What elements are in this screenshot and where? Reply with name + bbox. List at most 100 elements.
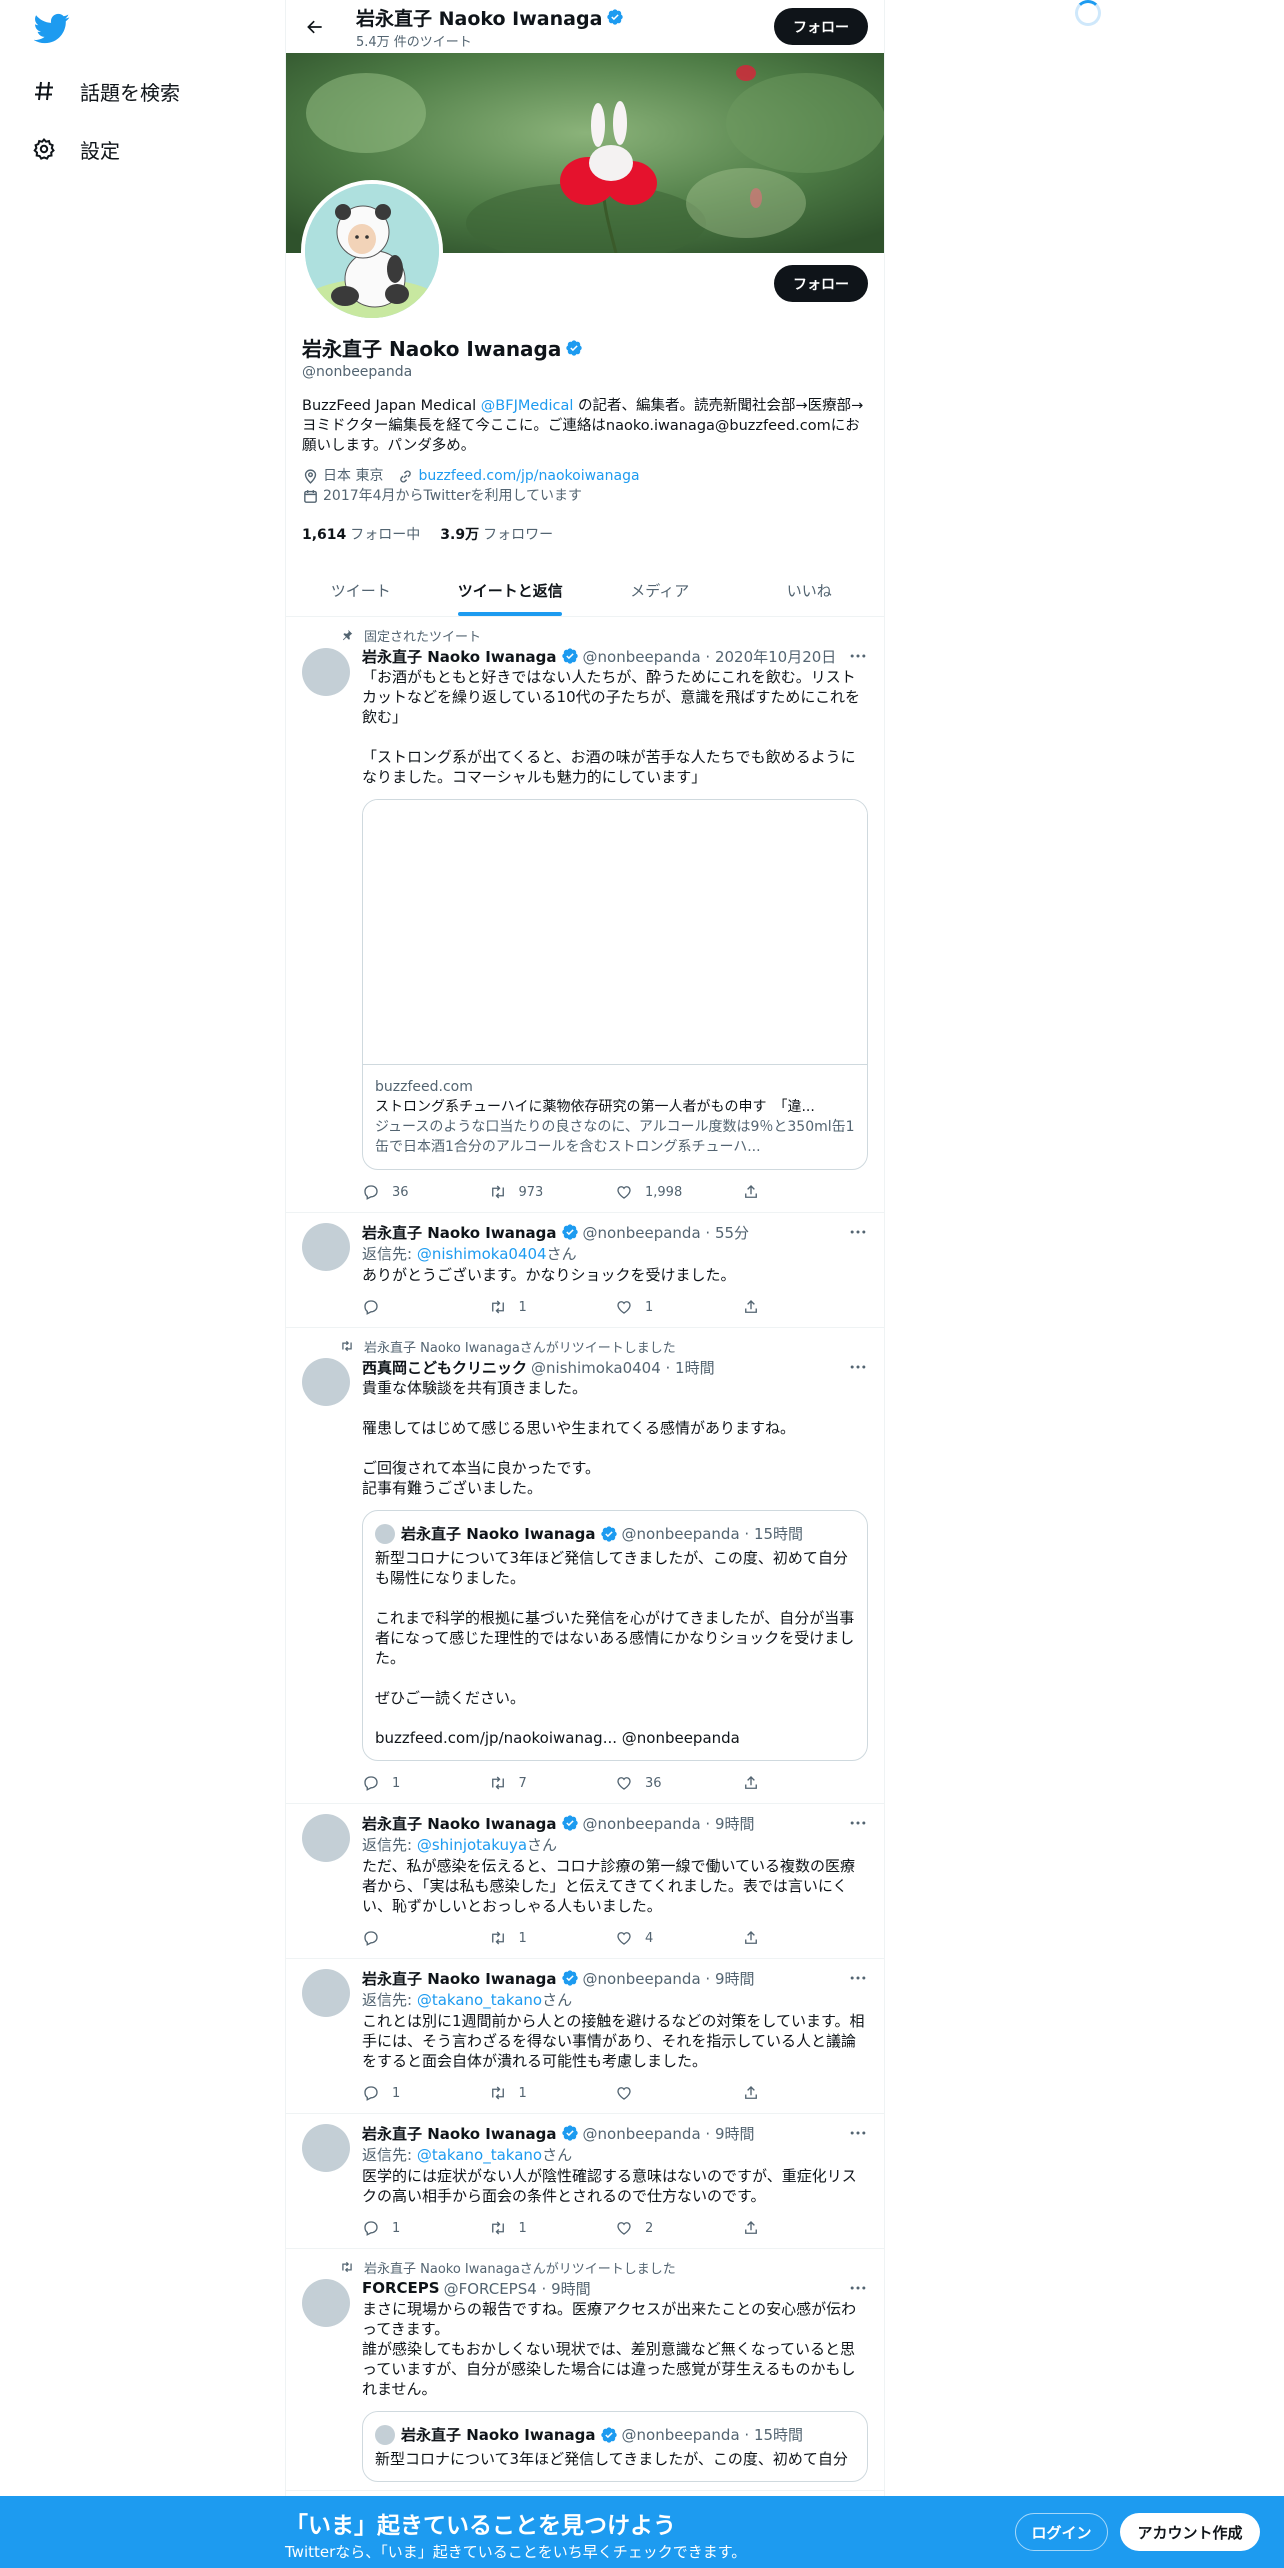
tweet-author-name[interactable]: 岩永直子 Naoko Iwanaga [362, 1968, 557, 1989]
tweet-meta[interactable]: @nishimoka0404 · 1時間 [531, 1357, 715, 1378]
tweet-author-name[interactable]: 岩永直子 Naoko Iwanaga [362, 1813, 557, 1834]
retweet-action[interactable]: 7 [489, 1774, 616, 1792]
tweet-author-name[interactable]: 岩永直子 Naoko Iwanaga [362, 1222, 557, 1243]
tab-tweets[interactable]: ツイート [286, 564, 436, 616]
like-action[interactable]: 1,998 [615, 1183, 742, 1201]
retweet-action[interactable]: 1 [489, 1298, 616, 1316]
like-action[interactable]: 1 [615, 1298, 742, 1316]
tweet-avatar[interactable] [302, 1223, 350, 1271]
reply-action[interactable]: 36 [362, 1183, 489, 1201]
retweet-action[interactable]: 973 [489, 1183, 616, 1201]
card-description: ジュースのような口当たりの良さなのに、アルコール度数は9％と350ml缶1缶で日… [375, 1119, 855, 1155]
share-action[interactable] [742, 1774, 869, 1792]
retweet-icon [489, 1929, 507, 1947]
retweet-action[interactable]: 1 [489, 2084, 616, 2102]
tweet-avatar[interactable] [302, 1358, 350, 1406]
reply-to-suffix: さん [546, 1245, 577, 1263]
header-title-block: 岩永直子 Naoko Iwanaga 5.4万 件のツイート [356, 4, 624, 50]
tweet-avatar[interactable] [302, 1814, 350, 1862]
tweet[interactable]: 岩永直子 Naoko Iwanaga @nonbeepanda · 9時間 返信… [286, 2114, 884, 2249]
tweet-actions: 36 973 1,998 [362, 1180, 868, 1204]
reply-action[interactable] [362, 1298, 489, 1316]
tweet-author-name[interactable]: 岩永直子 Naoko Iwanaga [362, 2123, 557, 2144]
following-stat[interactable]: 1,614 フォロー中 [302, 524, 420, 544]
more-options-icon[interactable] [848, 1968, 868, 1988]
profile-url-link[interactable]: buzzfeed.com/jp/naokoiwanaga [418, 466, 639, 486]
tweet-author-name[interactable]: 西真岡こどもクリニック [362, 1357, 527, 1378]
reply-action[interactable]: 1 [362, 2084, 489, 2102]
nav-explore[interactable]: 話題を検索 [30, 62, 250, 120]
tweet-meta[interactable]: @nonbeepanda · 9時間 [583, 1968, 755, 1989]
share-action[interactable] [742, 2084, 869, 2102]
tweet[interactable]: 岩永直子 Naoko Iwanagaさんがリツイートしました 西真岡こどもクリニ… [286, 1328, 884, 1804]
tweet-author-name[interactable]: 岩永直子 Naoko Iwanaga [362, 646, 557, 667]
tweet[interactable]: 岩永直子 Naoko Iwanagaさんがリツイートしました FORCEPS @… [286, 2249, 884, 2491]
more-options-icon[interactable] [848, 2278, 868, 2298]
verified-badge-icon [561, 1969, 579, 1987]
like-action[interactable]: 36 [615, 1774, 742, 1792]
tab-likes[interactable]: いいね [735, 564, 885, 616]
profile-url[interactable]: buzzfeed.com/jp/naokoiwanaga [397, 466, 640, 486]
tweet-avatar[interactable] [302, 2124, 350, 2172]
tweet-meta[interactable]: @nonbeepanda · 2020年10月20日 [583, 646, 837, 667]
reply-action[interactable] [362, 1929, 489, 1947]
reply-action[interactable]: 1 [362, 1774, 489, 1792]
nav-settings[interactable]: 設定 [30, 120, 250, 178]
quoted-tweet[interactable]: 岩永直子 Naoko Iwanaga @nonbeepanda · 15時間 新… [362, 1510, 868, 1761]
card-domain: buzzfeed.com [375, 1079, 473, 1095]
twitter-logo-icon[interactable] [33, 10, 70, 46]
more-options-icon[interactable] [848, 646, 868, 666]
reply-action[interactable]: 1 [362, 2219, 489, 2237]
bio-mention-link[interactable]: @BFJMedical [481, 398, 574, 414]
tweet-actions: 1 1 [362, 2081, 868, 2105]
link-card[interactable]: buzzfeed.com ストロング系チューハイに薬物依存研究の第一人者がもの申… [362, 799, 868, 1170]
reply-to-handle[interactable]: @takano_takano [417, 2146, 542, 2164]
profile-follow-button[interactable]: フォロー [774, 265, 868, 302]
tweet-avatar[interactable] [302, 2279, 350, 2327]
tweet[interactable]: 岩永直子 Naoko Iwanaga @nonbeepanda · 55分 返信… [286, 1213, 884, 1328]
retweet-context-text[interactable]: 岩永直子 Naoko Iwanagaさんがリツイートしました [364, 2258, 676, 2277]
tweet-avatar[interactable] [302, 1969, 350, 2017]
tweet[interactable]: 固定されたツイート 岩永直子 Naoko Iwanaga @nonbeepand… [286, 617, 884, 1213]
tweet-meta[interactable]: @nonbeepanda · 9時間 [583, 2123, 755, 2144]
tweet-meta[interactable]: @FORCEPS4 · 9時間 [444, 2278, 591, 2299]
tab-tweets-and-replies[interactable]: ツイートと返信 [436, 564, 586, 616]
verified-badge-icon [606, 8, 624, 26]
tweet[interactable]: 岩永直子 Naoko Iwanaga @nonbeepanda · 9時間 返信… [286, 1804, 884, 1959]
followers-stat[interactable]: 3.9万 フォロワー [440, 524, 553, 544]
quoted-tweet[interactable]: 岩永直子 Naoko Iwanaga @nonbeepanda · 15時間 新… [362, 2411, 868, 2482]
share-action[interactable] [742, 1183, 869, 1201]
share-icon [742, 1774, 760, 1792]
more-options-icon[interactable] [848, 1813, 868, 1833]
signup-button[interactable]: アカウント作成 [1120, 2513, 1260, 2551]
reply-to-handle[interactable]: @nishimoka0404 [417, 1245, 547, 1263]
quote-header: 岩永直子 Naoko Iwanaga @nonbeepanda · 15時間 [375, 1523, 855, 1544]
tweet-meta[interactable]: @nonbeepanda · 9時間 [583, 1813, 755, 1834]
like-action[interactable]: 4 [615, 1929, 742, 1947]
quote-avatar [375, 2424, 395, 2445]
login-button[interactable]: ログイン [1015, 2513, 1108, 2551]
heart-icon [615, 1774, 633, 1792]
tweet-author-name[interactable]: FORCEPS [362, 2279, 440, 2297]
more-options-icon[interactable] [848, 1357, 868, 1377]
back-arrow-icon[interactable] [298, 10, 332, 44]
tab-media[interactable]: メディア [585, 564, 735, 616]
more-options-icon[interactable] [848, 1222, 868, 1242]
reply-to-handle[interactable]: @shinjotakuya [417, 1836, 527, 1854]
profile-avatar[interactable] [301, 180, 443, 322]
tweet-meta[interactable]: @nonbeepanda · 55分 [583, 1222, 750, 1243]
quote-text: 新型コロナについて3年ほど発信してきましたが、この度、初めて自分 [375, 2450, 848, 2468]
tweet-avatar[interactable] [302, 648, 350, 696]
share-action[interactable] [742, 2219, 869, 2237]
retweet-action[interactable]: 1 [489, 1929, 616, 1947]
like-action[interactable]: 2 [615, 2219, 742, 2237]
tweet[interactable]: 岩永直子 Naoko Iwanaga @nonbeepanda · 9時間 返信… [286, 1959, 884, 2114]
share-action[interactable] [742, 1298, 869, 1316]
share-action[interactable] [742, 1929, 869, 1947]
retweet-action[interactable]: 1 [489, 2219, 616, 2237]
retweet-context-text[interactable]: 岩永直子 Naoko Iwanagaさんがリツイートしました [364, 1337, 676, 1356]
like-action[interactable] [615, 2084, 742, 2102]
reply-to-handle[interactable]: @takano_takano [417, 1991, 542, 2009]
more-options-icon[interactable] [848, 2123, 868, 2143]
header-follow-button[interactable]: フォロー [774, 8, 868, 45]
